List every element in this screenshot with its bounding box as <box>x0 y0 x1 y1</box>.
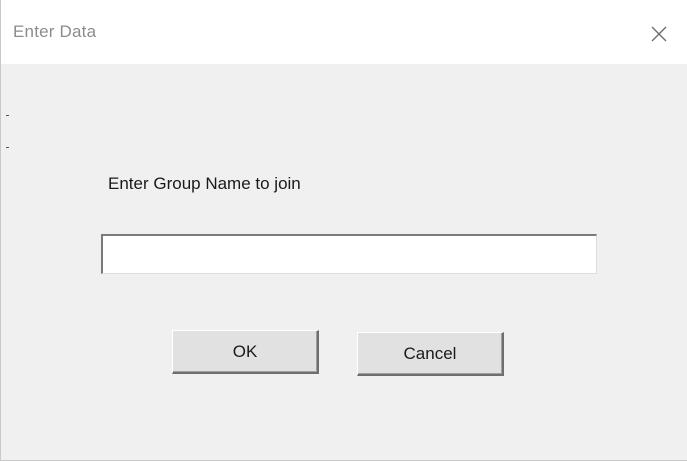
enter-data-dialog: Enter Data Enter Group Name to join OK C… <box>0 0 687 461</box>
close-button[interactable] <box>641 16 677 52</box>
cancel-button[interactable]: Cancel <box>357 332 504 376</box>
window-edge-mark <box>6 147 9 148</box>
close-icon <box>651 26 667 42</box>
ok-button[interactable]: OK <box>172 330 319 374</box>
title-bar[interactable]: Enter Data <box>1 0 687 64</box>
group-name-prompt: Enter Group Name to join <box>108 174 301 193</box>
window-edge-mark <box>6 115 9 116</box>
window-title: Enter Data <box>13 22 97 41</box>
group-name-input[interactable] <box>101 234 597 274</box>
